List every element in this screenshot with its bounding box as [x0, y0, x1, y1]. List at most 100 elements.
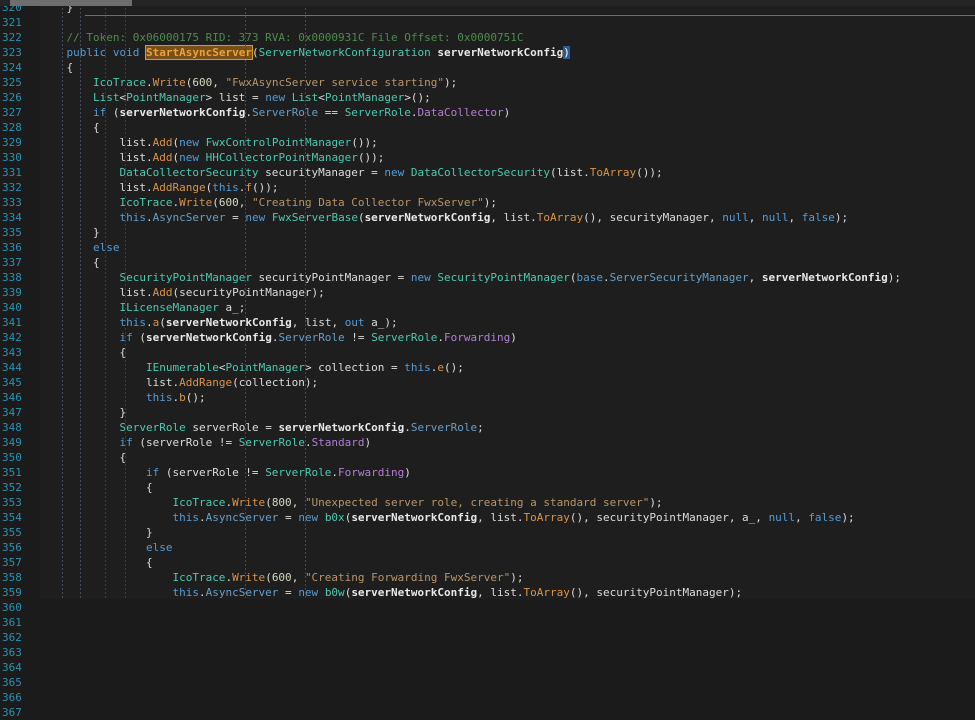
code-line[interactable]: IcoTrace.Write(800, "Unexpected server r… — [40, 495, 975, 510]
code-token-pln: serverRole = — [185, 421, 279, 434]
code-token-str: "Creating Forwarding FwxServer" — [304, 571, 511, 584]
code-token-pln: (), securityManager, — [583, 211, 723, 224]
code-line[interactable]: { — [40, 255, 975, 270]
code-line[interactable]: list.Add(new FwxControlPointManager()); — [40, 135, 975, 150]
code-token-prm: serverNetworkConfig — [119, 106, 246, 119]
code-lines[interactable]: } // Token: 0x06000175 RID: 373 RVA: 0x0… — [40, 0, 975, 599]
line-number: 325 — [2, 76, 22, 89]
code-line[interactable]: if (serverNetworkConfig.ServerRole != Se… — [40, 330, 975, 345]
line-number: 328 — [2, 121, 22, 134]
code-line[interactable]: } — [40, 225, 975, 240]
code-editor[interactable]: 320 321 322 323 324 325 326 327 328 329 330 331 332 3… — [0, 0, 975, 719]
code-line[interactable]: IcoTrace.Write(600, "Creating Data Colle… — [40, 195, 975, 210]
code-token-pln: securityManager = — [258, 166, 385, 179]
code-line[interactable] — [40, 15, 975, 30]
code-token-mth: ToArray — [523, 511, 570, 524]
code-line[interactable]: public void StartAsyncServer(ServerNetwo… — [40, 45, 975, 60]
code-line[interactable]: list.Add(securityPointManager); — [40, 285, 975, 300]
code-token-typ: IcoTrace — [119, 196, 173, 209]
code-line[interactable]: { — [40, 555, 975, 570]
code-line[interactable]: list.AddRange(this.f()); — [40, 180, 975, 195]
code-token-pln: ) — [503, 106, 511, 119]
code-token-prop: ServerRole — [251, 106, 319, 119]
code-line[interactable]: List<PointManager> list = new List<Point… — [40, 90, 975, 105]
code-token-pln: (list. — [549, 166, 590, 179]
line-number: 322 — [2, 31, 22, 44]
code-token-hl-def[interactable]: StartAsyncServer — [145, 45, 253, 60]
code-line[interactable]: } — [40, 525, 975, 540]
code-line[interactable]: { — [40, 120, 975, 135]
code-line[interactable]: if (serverNetworkConfig.ServerRole == Se… — [40, 105, 975, 120]
code-line[interactable]: if (serverRole != ServerRole.Forwarding) — [40, 465, 975, 480]
code-token-pln — [318, 586, 325, 599]
code-token-pln: . — [198, 586, 206, 599]
line-number: 327 — [2, 106, 22, 119]
code-line[interactable]: ServerRole serverRole = serverNetworkCon… — [40, 420, 975, 435]
code-token-pln: { — [119, 346, 127, 359]
code-token-pln: { — [66, 61, 74, 74]
code-line[interactable]: this.a(serverNetworkConfig, list, out a_… — [40, 315, 975, 330]
code-token-mth: Add — [152, 286, 173, 299]
code-token-pln: (collection); — [232, 376, 319, 389]
code-token-typ: DataCollectorSecurity — [119, 166, 259, 179]
code-surface[interactable]: } // Token: 0x06000175 RID: 373 RVA: 0x0… — [40, 0, 975, 599]
code-token-typ: SecurityPointManager — [119, 271, 252, 284]
code-token-mth: f — [245, 181, 252, 194]
scrollbar-thumb[interactable] — [10, 0, 132, 6]
code-token-pln: > collection = — [304, 361, 405, 374]
line-number: 324 — [2, 61, 22, 74]
code-line[interactable]: if (serverRole != ServerRole.Standard) — [40, 435, 975, 450]
code-token-kw: else — [145, 541, 173, 554]
line-number: 342 — [2, 331, 22, 344]
line-number: 358 — [2, 571, 22, 584]
code-token-pln: . — [145, 286, 153, 299]
code-token-kw: if — [145, 466, 160, 479]
code-token-prm: serverNetworkConfig — [351, 511, 478, 524]
code-token-mth: ToArray — [536, 211, 584, 224]
line-number: 360 — [2, 601, 22, 614]
code-token-pln: ( — [132, 331, 146, 344]
code-line[interactable]: list.AddRange(collection); — [40, 375, 975, 390]
code-line[interactable]: IcoTrace.Write(600, "FwxAsyncServer serv… — [40, 75, 975, 90]
code-line[interactable]: this.AsyncServer = new FwxServerBase(ser… — [40, 210, 975, 225]
code-line[interactable]: IcoTrace.Write(600, "Creating Forwarding… — [40, 570, 975, 585]
code-token-str: "Creating Data Collector FwxServer" — [251, 196, 484, 209]
code-line[interactable]: SecurityPointManager securityPointManage… — [40, 270, 975, 285]
code-token-sel[interactable]: ) — [563, 46, 570, 59]
code-line[interactable]: DataCollectorSecurity securityManager = … — [40, 165, 975, 180]
code-line[interactable]: list.Add(new HHCollectorPointManager()); — [40, 150, 975, 165]
code-line[interactable]: this.AsyncServer = new b0w(serverNetwork… — [40, 585, 975, 599]
code-line[interactable]: else — [40, 240, 975, 255]
line-number: 346 — [2, 391, 22, 404]
code-line[interactable]: else — [40, 540, 975, 555]
line-number: 335 — [2, 226, 22, 239]
code-token-pln: ); — [834, 211, 849, 224]
code-token-mth: Write — [232, 571, 266, 584]
code-line[interactable]: { — [40, 345, 975, 360]
code-line[interactable]: { — [40, 450, 975, 465]
code-line[interactable]: { — [40, 480, 975, 495]
code-line[interactable]: { — [40, 60, 975, 75]
code-line[interactable]: this.AsyncServer = new b0x(serverNetwork… — [40, 510, 975, 525]
code-line[interactable]: // Token: 0x06000175 RID: 373 RVA: 0x000… — [40, 30, 975, 45]
code-token-pln: list — [119, 136, 146, 149]
code-line[interactable]: ILicenseManager a_; — [40, 300, 975, 315]
code-token-kw: this — [212, 181, 239, 194]
code-token-pln: a_); — [364, 316, 398, 329]
horizontal-scrollbar[interactable] — [0, 0, 975, 6]
code-token-mth: Write — [152, 76, 186, 89]
code-token-pln: ; — [477, 421, 484, 434]
code-line[interactable]: IEnumerable<PointManager> collection = t… — [40, 360, 975, 375]
code-line[interactable]: } — [40, 405, 975, 420]
code-line[interactable]: this.b(); — [40, 390, 975, 405]
code-token-typ: ServerRole — [344, 106, 411, 119]
